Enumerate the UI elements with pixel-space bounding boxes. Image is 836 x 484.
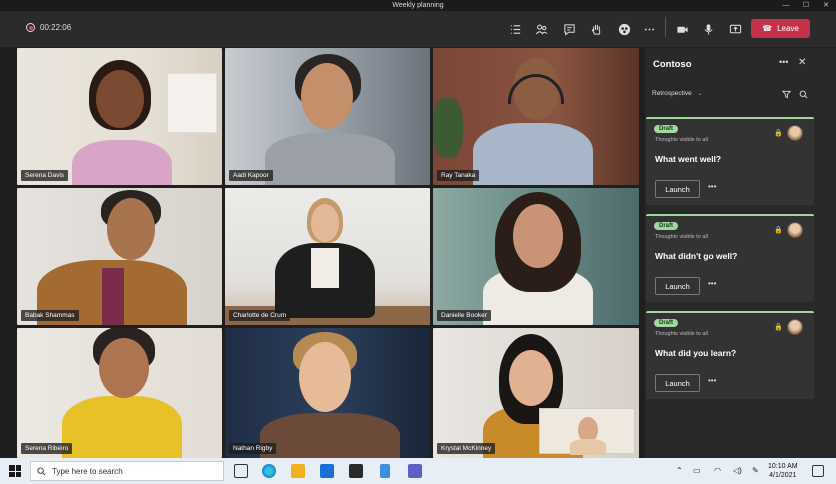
card-question: What went well? — [655, 154, 722, 164]
side-panel-title: Contoso — [653, 59, 692, 70]
leave-button[interactable]: ☎ Leave — [751, 19, 810, 38]
video-tile[interactable]: Ray Tanaka — [433, 48, 639, 185]
people-icon[interactable] — [532, 20, 550, 38]
avatar — [787, 222, 803, 238]
search-icon[interactable] — [799, 90, 809, 100]
clock-time: 10:10 AM — [768, 463, 798, 470]
timer-text: 00:22:06 — [40, 23, 72, 32]
avatar — [787, 319, 803, 335]
windows-taskbar: ⌃ ▭ ◠ ◁) ✎ 10:10 AM 4/1/2021 — [0, 458, 836, 484]
self-view-preview — [539, 408, 635, 455]
battery-icon: ▭ — [693, 466, 701, 475]
launch-button[interactable]: Launch — [655, 180, 700, 198]
card-question: What didn't go well? — [655, 251, 738, 261]
video-tile[interactable]: Serena Davis — [17, 48, 222, 185]
retro-card: Draft Thoughts visible to all 🔒 What wen… — [646, 117, 814, 205]
volume-icon[interactable]: ◁) — [733, 466, 742, 475]
teams-icon[interactable] — [408, 464, 422, 478]
launch-button[interactable]: Launch — [655, 374, 700, 392]
apps-icon[interactable] — [615, 20, 633, 38]
toolbar-divider — [665, 17, 666, 37]
microphone-icon[interactable] — [699, 20, 717, 38]
lock-icon: 🔒 — [774, 227, 783, 234]
title-bar: Weekly planning — [0, 0, 836, 11]
card-more-icon[interactable]: ••• — [708, 376, 716, 385]
participant-name: Ray Tanaka — [437, 170, 480, 181]
draft-badge: Draft — [654, 319, 679, 327]
window-title: Weekly planning — [392, 2, 444, 9]
bookshelf — [167, 73, 217, 133]
filter-icon[interactable] — [781, 90, 792, 100]
hang-up-icon: ☎ — [762, 24, 773, 33]
video-tile[interactable]: Charlotte de Crum — [225, 188, 430, 325]
card-more-icon[interactable]: ••• — [708, 182, 716, 191]
leave-label: Leave — [777, 24, 799, 33]
retrospective-dropdown[interactable]: Retrospective ⌄ — [652, 90, 703, 97]
lock-icon: 🔒 — [774, 130, 783, 137]
plant — [433, 98, 463, 158]
panel-more-icon[interactable]: ••• — [779, 57, 788, 67]
participant-name: Charlotte de Crum — [229, 310, 291, 321]
participant-name: Serena Ribeiro — [21, 443, 73, 454]
minimize-button[interactable]: — — [776, 0, 796, 11]
clock-date: 4/1/2021 — [769, 472, 797, 479]
visibility-text: Thoughts visible to all — [655, 137, 708, 143]
pen-icon[interactable]: ✎ — [752, 466, 759, 475]
card-question: What did you learn? — [655, 348, 737, 358]
video-tile[interactable]: Danielle Booker — [433, 188, 639, 325]
notification-icon[interactable] — [812, 465, 824, 477]
draft-badge: Draft — [654, 125, 679, 133]
visibility-text: Thoughts visible to all — [655, 331, 708, 337]
chevron-up-icon[interactable]: ⌃ — [676, 466, 683, 475]
chat-icon[interactable] — [560, 20, 578, 38]
visibility-text: Thoughts visible to all — [655, 234, 708, 240]
raise-hand-icon[interactable] — [587, 20, 605, 38]
avatar — [787, 125, 803, 141]
close-window-button[interactable]: ✕ — [816, 0, 836, 11]
participant-name: Danielle Booker — [437, 310, 491, 321]
taskbar-clock[interactable]: 10:10 AM 4/1/2021 — [768, 462, 798, 480]
camera-icon[interactable] — [673, 20, 691, 38]
participant-name: Babak Shammas — [21, 310, 79, 321]
phone-link-icon[interactable] — [380, 464, 390, 478]
file-explorer-icon[interactable] — [291, 464, 305, 478]
windows-start-icon[interactable] — [9, 465, 21, 477]
retro-card: Draft Thoughts visible to all 🔒 What did… — [646, 214, 814, 302]
video-tile[interactable]: Krystal McKinney — [433, 328, 639, 458]
panel-close-icon[interactable]: ✕ — [798, 57, 806, 68]
chevron-down-icon: ⌄ — [697, 91, 703, 97]
store-icon[interactable] — [349, 464, 363, 478]
participant-name: Nathan Rigby — [229, 443, 277, 454]
wifi-icon: ◠ — [714, 466, 721, 475]
window-controls: — ☐ ✕ — [776, 0, 836, 11]
video-tile[interactable]: Serena Ribeiro — [17, 328, 222, 458]
participant-name: Aadi Kapoor — [229, 170, 273, 181]
retro-card: Draft Thoughts visible to all 🔒 What did… — [646, 311, 814, 399]
task-view-icon[interactable] — [234, 464, 248, 478]
recording-icon — [26, 23, 35, 32]
participant-name: Serena Davis — [21, 170, 69, 181]
video-grid: Serena Davis Aadi Kapoor Ray Tanaka Baba… — [17, 48, 639, 458]
taskbar-search[interactable] — [30, 461, 224, 481]
edge-browser-icon[interactable] — [262, 464, 276, 478]
lock-icon: 🔒 — [774, 324, 783, 331]
share-screen-icon[interactable] — [726, 20, 744, 38]
draft-badge: Draft — [654, 222, 679, 230]
more-actions-icon[interactable] — [640, 20, 658, 38]
taskbar-search-input[interactable] — [52, 466, 212, 476]
participants-list-icon[interactable] — [506, 20, 524, 38]
participant-name: Krystal McKinney — [437, 443, 496, 454]
video-tile[interactable]: Babak Shammas — [17, 188, 222, 325]
launch-button[interactable]: Launch — [655, 277, 700, 295]
video-tile[interactable]: Aadi Kapoor — [225, 48, 430, 185]
card-more-icon[interactable]: ••• — [708, 279, 716, 288]
dropdown-label: Retrospective — [652, 90, 692, 97]
meeting-timer: 00:22:06 — [26, 23, 71, 32]
video-tile[interactable]: Nathan Rigby — [225, 328, 430, 458]
search-icon — [37, 466, 46, 475]
maximize-button[interactable]: ☐ — [796, 0, 816, 11]
mail-icon[interactable] — [320, 464, 334, 478]
